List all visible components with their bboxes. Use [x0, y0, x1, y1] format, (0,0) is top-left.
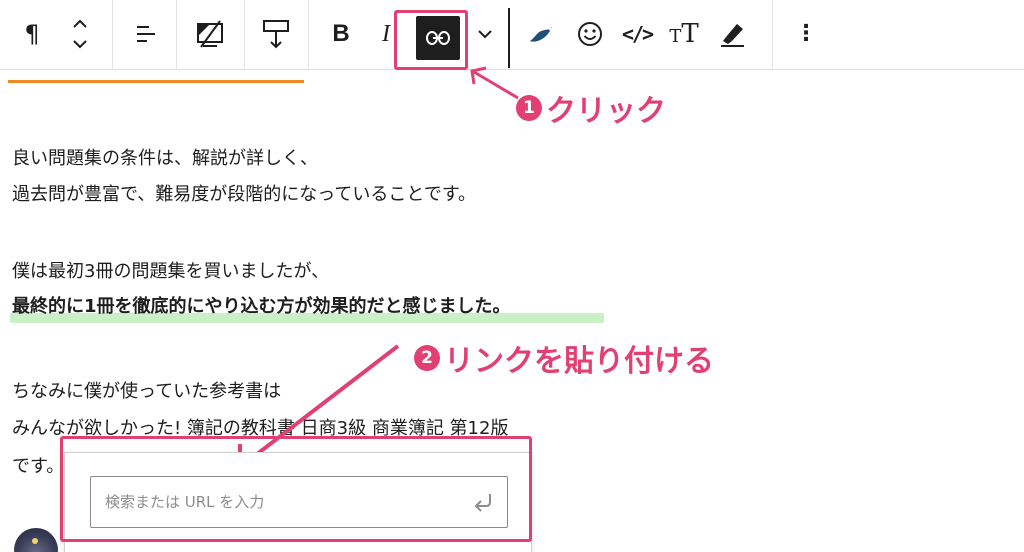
avatar: [14, 528, 58, 552]
popover-highlight: [60, 436, 532, 542]
image-off-button[interactable]: [190, 10, 230, 58]
paragraph-line: 過去問が豊富で、難易度が段階的になっていることです。: [12, 184, 477, 205]
annotation-text: リンクを貼り付ける: [444, 344, 714, 379]
bold-button[interactable]: B: [326, 10, 356, 58]
code-icon: </>: [621, 22, 654, 46]
paragraph-line: 僕は最初3冊の問題集を買いましたが、: [12, 261, 330, 282]
text-size-icon: TT: [669, 19, 699, 49]
options-button[interactable]: ⋮: [794, 10, 818, 58]
italic-icon: I: [382, 20, 390, 47]
text-size-button[interactable]: TT: [668, 10, 700, 58]
image-off-icon: [197, 20, 223, 48]
spacer-icon: [263, 20, 289, 49]
annotation-step-1: 1 クリック: [516, 86, 666, 130]
toolbar-divider-dark: [508, 8, 510, 68]
paragraph-line-bold: 最終的に1冊を徹底的にやり込む方が効果的だと感じました。: [12, 296, 511, 317]
leaf-icon: [530, 27, 552, 42]
paragraph-button[interactable]: ¶: [14, 10, 50, 58]
link-button-highlight: [394, 10, 468, 70]
emoji-button[interactable]: [574, 10, 606, 58]
move-updown-icon: [73, 19, 87, 49]
spacer-button[interactable]: [256, 10, 296, 58]
paragraph-line: です。: [12, 456, 65, 477]
toolbar-divider: [308, 0, 309, 70]
toolbar-divider: [176, 0, 177, 70]
plugin-button[interactable]: [526, 10, 558, 58]
more-format-button[interactable]: [474, 10, 496, 58]
bold-icon: B: [332, 20, 350, 47]
step-number-badge: 2: [414, 345, 440, 371]
toolbar-divider: [244, 0, 245, 70]
toolbar-divider: [772, 0, 773, 70]
annotation-text: クリック: [546, 94, 666, 129]
toolbar-divider: [112, 0, 113, 70]
align-button[interactable]: [128, 10, 164, 58]
align-left-icon: [137, 26, 155, 42]
paragraph-line: 良い問題集の条件は、解説が詳しく、: [12, 148, 318, 169]
scroll-progress-bar: [8, 80, 304, 83]
highlight-button[interactable]: [716, 10, 748, 58]
pilcrow-icon: ¶: [24, 20, 40, 48]
annotation-step-2: 2 リンクを貼り付ける: [414, 336, 714, 380]
more-vertical-icon: ⋮: [795, 21, 817, 46]
highlighter-icon: [721, 24, 744, 47]
smiley-icon: [578, 22, 602, 46]
code-button[interactable]: </>: [620, 10, 654, 58]
block-toolbar: ¶ B I </> TT ⋮: [0, 0, 1024, 70]
chevron-down-icon: [478, 30, 492, 39]
step-number-badge: 1: [516, 95, 542, 121]
move-block-button[interactable]: [62, 10, 98, 58]
